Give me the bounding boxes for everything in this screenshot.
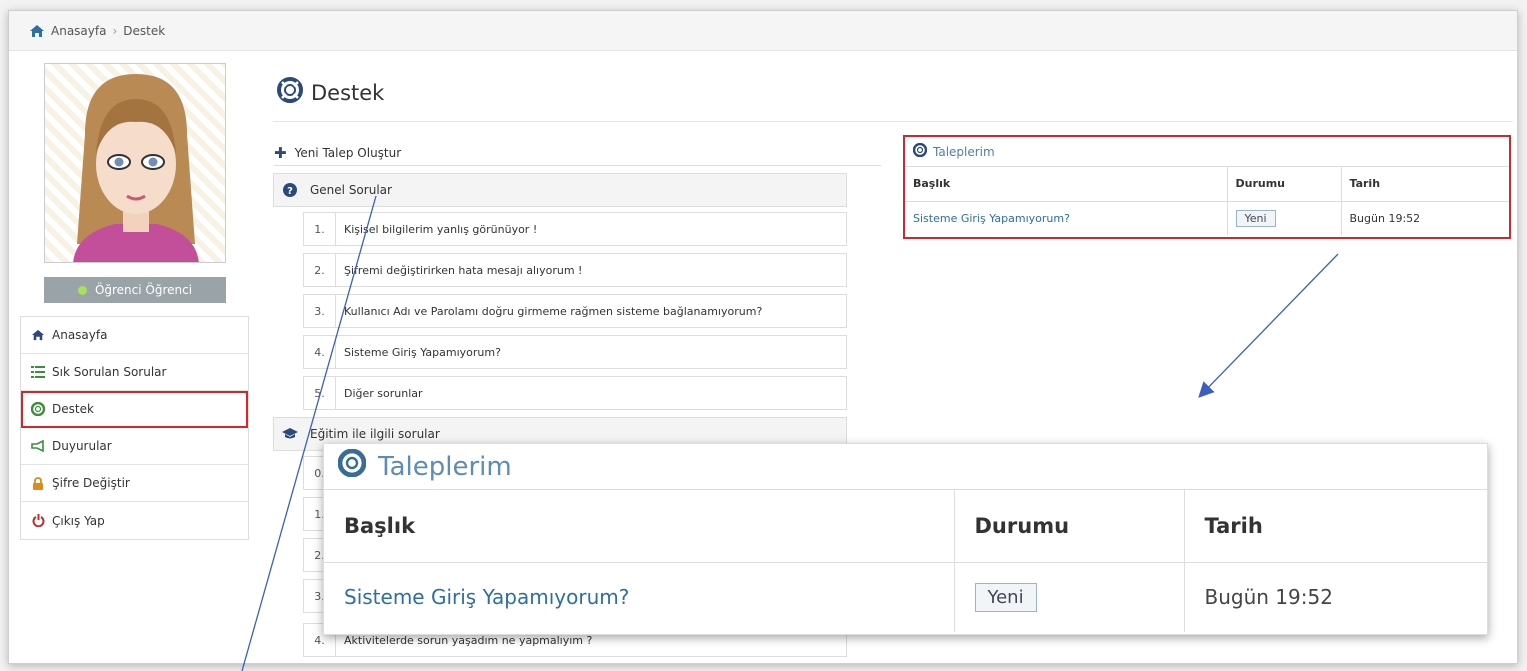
faq-item-text: Diğer sorunlar [344, 386, 423, 400]
faq-item[interactable]: 4. Sisteme Giriş Yapamıyorum? [303, 335, 847, 369]
sidebar-item-duyurular[interactable]: Duyurular [21, 428, 248, 465]
requests-panel-header: Taleplerim [905, 137, 1509, 167]
power-icon [31, 514, 45, 528]
faq-item[interactable]: 3. Kullanıcı Adı ve Parolamı doğru girme… [303, 294, 847, 328]
lifebuoy-icon [277, 77, 303, 108]
column-header-baslik: Başlık [324, 490, 955, 563]
title-divider [273, 121, 1513, 122]
home-icon[interactable] [29, 24, 45, 38]
faq-item[interactable]: 2. Şifremi değiştirirken hata mesajı alı… [303, 253, 847, 287]
home-icon [31, 328, 45, 342]
new-request-button[interactable]: ✚ Yeni Talep Oluştur [274, 141, 881, 166]
user-badge: Öğrenci Öğrenci [44, 277, 226, 303]
requests-panel-zoom-header: Taleplerim [324, 444, 1487, 490]
requests-panel-zoom-title: Taleplerim [378, 451, 512, 482]
faq-item[interactable]: 1. Kişisel bilgilerim yanlış görünüyor ! [303, 212, 847, 246]
request-title-link[interactable]: Sisteme Giriş Yapamıyorum? [913, 212, 1070, 225]
column-header-tarih: Tarih [1341, 167, 1509, 202]
status-badge: Yeni [1235, 209, 1276, 227]
table-header-row: Başlık Durumu Tarih [905, 167, 1509, 202]
sidebar-menu: Anasayfa Sık Sorulan Sorular Destek Duyu… [20, 316, 249, 540]
online-status-dot [77, 285, 87, 295]
faq-item-number: 1. [304, 213, 336, 245]
column-header-tarih: Tarih [1184, 490, 1487, 563]
column-header-baslik: Başlık [905, 167, 1228, 202]
app-window: Anasayfa › Destek Öğrenci Öğrenci Anasay… [8, 10, 1518, 664]
sidebar-item-label: Anasayfa [52, 328, 108, 342]
page-title-text: Destek [311, 80, 385, 105]
breadcrumb: Anasayfa › Destek [9, 11, 1517, 51]
new-request-label: Yeni Talep Oluştur [294, 146, 402, 160]
request-date: Bugün 19:52 [1204, 585, 1333, 610]
svg-text:?: ? [287, 186, 293, 197]
graduation-cap-icon [274, 428, 306, 440]
sidebar-item-label: Şifre Değiştir [52, 476, 130, 490]
table-row[interactable]: Sisteme Giriş Yapamıyorum? Yeni Bugün 19… [324, 562, 1487, 632]
question-circle-icon: ? [274, 183, 306, 197]
lifebuoy-icon [912, 142, 928, 160]
requests-table-zoom: Başlık Durumu Tarih Sisteme Giriş Yapamı… [324, 490, 1487, 632]
list-icon [31, 365, 45, 379]
sidebar-item-destek[interactable]: Destek [21, 391, 248, 428]
request-date: Bugün 19:52 [1349, 211, 1421, 225]
requests-table: Başlık Durumu Tarih Sisteme Giriş Yapamı… [905, 167, 1509, 235]
column-header-durumu: Durumu [1227, 167, 1342, 202]
sidebar-item-cikis-yap[interactable]: Çıkış Yap [21, 502, 248, 539]
requests-panel-title: Taleplerim [933, 144, 995, 159]
lifebuoy-icon [337, 448, 367, 484]
faq-item-number: 4. [304, 336, 336, 368]
table-header-row: Başlık Durumu Tarih [324, 490, 1487, 563]
avatar-image [73, 74, 199, 262]
breadcrumb-current: Destek [123, 23, 166, 38]
faq-category-genel[interactable]: ? Genel Sorular [273, 173, 847, 207]
faq-item-text: Aktivitelerde sorun yaşadım ne yapmalıyı… [344, 633, 593, 647]
sidebar-item-label: Sık Sorulan Sorular [52, 365, 167, 379]
sidebar-item-label: Çıkış Yap [52, 513, 105, 528]
faq-item[interactable]: 5. Diğer sorunlar [303, 376, 847, 410]
megaphone-icon [31, 439, 45, 453]
faq-item-number: 3. [304, 295, 336, 327]
sidebar-item-sss[interactable]: Sık Sorulan Sorular [21, 354, 248, 391]
faq-item-text: Kişisel bilgilerim yanlış görünüyor ! [344, 222, 538, 236]
column-header-durumu: Durumu [954, 490, 1185, 563]
faq-item-text: Şifremi değiştirirken hata mesajı alıyor… [344, 263, 583, 277]
faq-category-title: Genel Sorular [310, 183, 392, 197]
breadcrumb-separator: › [112, 23, 118, 38]
lock-icon [31, 476, 45, 490]
user-name: Öğrenci Öğrenci [94, 283, 193, 297]
breadcrumb-home[interactable]: Anasayfa [51, 24, 106, 38]
avatar [44, 63, 226, 263]
faq-category-title: Eğitim ile ilgili sorular [310, 427, 440, 441]
sidebar-item-label: Destek [52, 402, 94, 416]
faq-item-number: 5. [304, 377, 336, 409]
sidebar-item-sifre-degistir[interactable]: Şifre Değiştir [21, 465, 248, 502]
faq-item-text: Kullanıcı Adı ve Parolamı doğru girmeme … [344, 304, 763, 318]
requests-panel: Taleplerim Başlık Durumu Tarih Sisteme G… [903, 135, 1511, 239]
faq-item-text: Sisteme Giriş Yapamıyorum? [344, 345, 501, 359]
faq-item-number: 2. [304, 254, 336, 286]
plus-icon: ✚ [274, 144, 287, 162]
status-badge: Yeni [974, 582, 1037, 612]
page-title: Destek [277, 77, 384, 108]
sidebar-item-anasayfa[interactable]: Anasayfa [21, 317, 248, 354]
sidebar-item-label: Duyurular [52, 439, 112, 453]
lifebuoy-icon [31, 402, 45, 416]
table-row[interactable]: Sisteme Giriş Yapamıyorum? Yeni Bugün 19… [905, 201, 1509, 235]
requests-panel-zoom: Taleplerim Başlık Durumu Tarih Sisteme G… [323, 443, 1488, 635]
request-title-link[interactable]: Sisteme Giriş Yapamıyorum? [344, 585, 629, 609]
